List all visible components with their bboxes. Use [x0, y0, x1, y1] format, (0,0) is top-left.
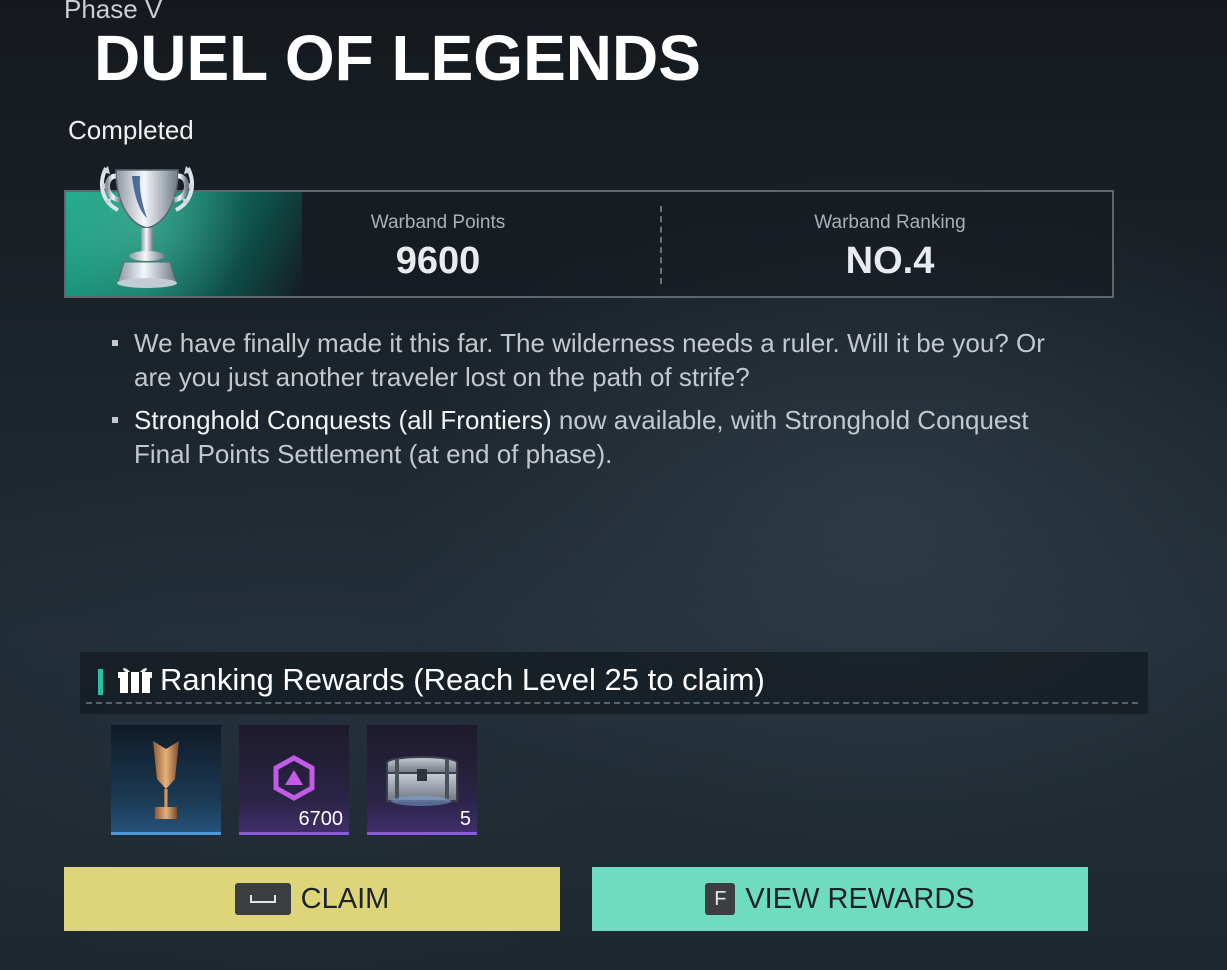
warband-points-label: Warband Points	[370, 212, 506, 233]
rewards-header: Ranking Rewards (Reach Level 25 to claim…	[80, 652, 1148, 714]
description-item: We have finally made it this far. The wi…	[112, 326, 1072, 394]
reward-item[interactable]	[111, 725, 221, 835]
stats-divider	[660, 206, 662, 284]
description-item: Stronghold Conquests (all Frontiers) now…	[112, 403, 1072, 471]
reward-qty: 6700	[298, 808, 344, 830]
bullet-icon	[112, 340, 118, 346]
gift-icon	[118, 668, 152, 693]
page-title: DUEL OF LEGENDS	[94, 22, 701, 94]
reward-item[interactable]: 5	[367, 725, 477, 835]
view-rewards-button-label: VIEW REWARDS	[745, 882, 975, 915]
rewards-divider	[86, 702, 1138, 704]
stats-panel: Warband Points 9600 Warband Ranking NO.4	[64, 166, 1114, 298]
description-highlight: Stronghold Conquests (all Frontiers)	[134, 405, 552, 435]
reward-qty: 5	[459, 808, 471, 830]
reward-item[interactable]: 6700	[239, 725, 349, 835]
bullet-icon	[112, 417, 118, 423]
warband-points-value: 9600	[395, 240, 481, 282]
rewards-title: Ranking Rewards (Reach Level 25 to claim…	[160, 662, 765, 697]
space-glyph-icon	[249, 895, 276, 903]
claim-button[interactable]: CLAIM	[64, 867, 560, 931]
section-accent-bar	[98, 669, 103, 695]
silver-chest-icon	[386, 756, 458, 806]
silver-trophy-icon	[100, 166, 194, 288]
description-list: We have finally made it this far. The wi…	[112, 326, 1072, 480]
spacebar-key-icon	[234, 883, 291, 915]
warband-ranking-label: Warband Ranking	[814, 212, 966, 233]
status-label: Completed	[68, 115, 194, 145]
bronze-trophy-icon	[153, 741, 179, 819]
claim-button-label: CLAIM	[300, 882, 390, 915]
description-text: We have finally made it this far. The wi…	[134, 328, 1045, 392]
warband-ranking-value: NO.4	[845, 240, 935, 282]
currency-emblem-icon	[273, 755, 315, 801]
view-rewards-button[interactable]: F VIEW REWARDS	[592, 867, 1088, 931]
f-key-icon: F	[705, 883, 736, 915]
